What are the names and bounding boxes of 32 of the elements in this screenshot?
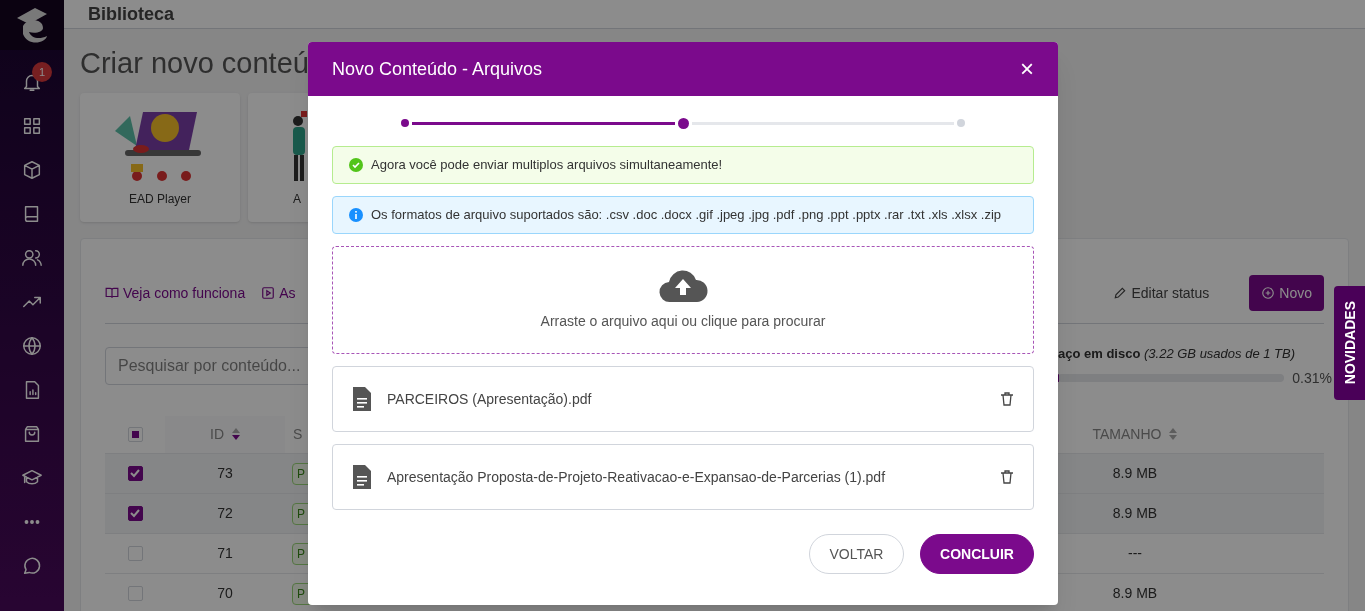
file-dropzone[interactable]: Arraste o arquivo aqui ou clique para procurar xyxy=(332,246,1034,354)
content-type-card[interactable]: EAD Player xyxy=(80,93,240,222)
alert-text: Agora você pode enviar multiplos arquivos simultaneamente! xyxy=(371,156,723,175)
table-cell-text: 8.9 MB xyxy=(1112,504,1158,523)
disk-usage-percent: 0.31% xyxy=(1292,368,1332,388)
file-name: PARCEIROS (Apresentação).pdf xyxy=(387,390,593,409)
column-header[interactable]: ID xyxy=(210,424,240,444)
table-cell-text: 71 xyxy=(217,544,233,563)
finish-button[interactable]: CONCLUIR xyxy=(920,534,1034,574)
close-button[interactable]: × xyxy=(1020,57,1034,81)
page-header-title: Biblioteca xyxy=(88,3,175,26)
table-cell-text: 72 xyxy=(217,504,233,523)
dropzone-text: Arraste o arquivo aqui ou clique para procurar xyxy=(540,312,826,331)
edit-status-link[interactable]: Editar status xyxy=(1113,283,1210,303)
table-cell-text: 73 xyxy=(217,464,233,483)
notification-badge: 1 xyxy=(32,62,52,82)
alert-text: Os formatos de arquivo suportados são: .csv .doc .docx .gif .jpeg .jpg .pdf .png .ppt .pptx .rar .txt .xls .xlsx .zip xyxy=(371,206,1002,225)
disk-usage-label: aço em disco (3.22 GB usados de 1 TB) xyxy=(1058,345,1297,363)
news-tab[interactable]: NOVIDADES xyxy=(1334,286,1365,400)
table-cell-text: --- xyxy=(1128,544,1142,563)
back-button[interactable]: VOLTAR xyxy=(809,534,904,574)
help-link[interactable]: As xyxy=(261,283,296,303)
page-title: Criar novo conteú xyxy=(80,46,309,81)
table-cell-text: 70 xyxy=(217,584,233,603)
column-header[interactable]: TAMANHO xyxy=(1092,424,1178,444)
file-name: Apresentação Proposta-de-Projeto-Reativacao-e-Expansao-de-Parcerias (1).pdf xyxy=(387,468,887,487)
new-button[interactable]: Novo xyxy=(1249,275,1324,311)
table-cell-text: 8.9 MB xyxy=(1112,584,1158,603)
modal-title: Novo Conteúdo - Arquivos xyxy=(332,58,544,81)
table-cell-text: 8.9 MB xyxy=(1112,464,1158,483)
column-header[interactable]: S xyxy=(293,424,303,444)
help-link[interactable]: Veja como funciona xyxy=(105,283,246,303)
